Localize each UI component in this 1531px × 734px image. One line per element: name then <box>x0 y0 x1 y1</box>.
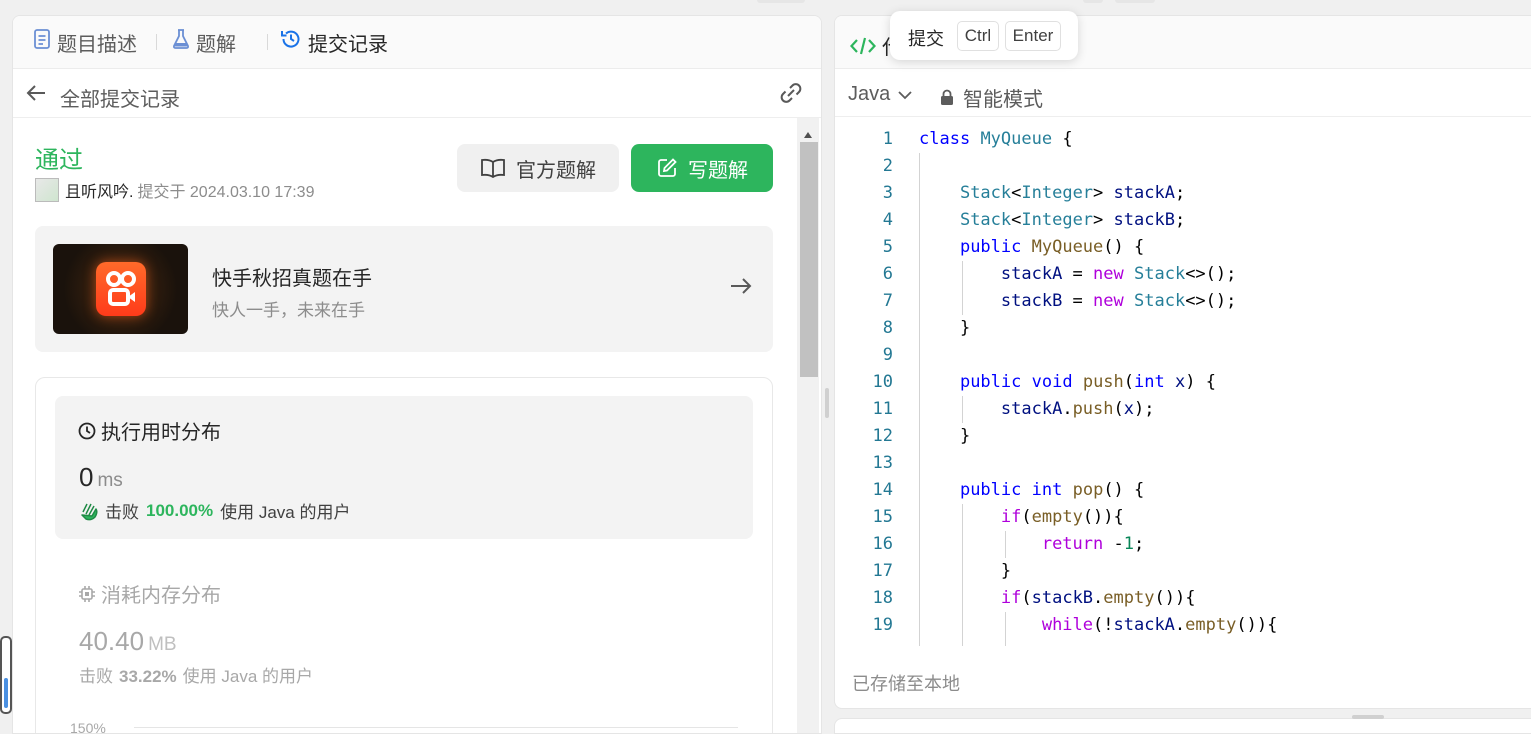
runtime-beat: 击败 100.00% 使用 Java 的用户 <box>79 498 350 523</box>
runtime-title: 执行用时分布 <box>78 416 221 445</box>
write-solution-label: 写题解 <box>688 159 748 182</box>
runtime-unit: ms <box>97 470 123 491</box>
memory-title[interactable]: 消耗内存分布 <box>78 579 221 608</box>
toolbar-stub <box>757 0 805 3</box>
promo-title: 快手秋招真题在手 <box>212 268 372 290</box>
saved-status: 已存储至本地 <box>852 674 960 694</box>
history-icon <box>280 28 302 56</box>
memory-number: 40.40 <box>79 626 145 656</box>
book-icon <box>480 158 506 178</box>
edge-slider[interactable] <box>0 636 12 714</box>
runtime-section[interactable]: 执行用时分布 0 ms 击败 100.00% 使用 Java 的用户 <box>55 396 753 539</box>
tab-divider <box>156 34 157 50</box>
chip-icon <box>78 585 96 603</box>
language-label: Java <box>848 83 891 105</box>
vertical-scrollbar[interactable] <box>797 118 819 733</box>
tab-description[interactable]: 题目描述 <box>33 28 137 56</box>
chart-gridline <box>134 727 738 728</box>
lock-icon <box>940 89 954 106</box>
code-editor-panel: 代 Java 智能模式 1class MyQueue { 2 3 Stack<I… <box>834 15 1531 709</box>
bottom-resize-handle[interactable] <box>1352 715 1384 719</box>
submission-subheader: 全部提交记录 <box>13 69 821 118</box>
clock-icon <box>78 422 96 440</box>
runtime-value: 0 ms <box>79 462 123 493</box>
runtime-number: 0 <box>79 462 94 492</box>
performance-card: 执行用时分布 0 ms 击败 100.00% 使用 Java 的用户 消耗内存分布 <box>35 377 773 733</box>
submission-panel: 题目描述 题解 提交记录 全部提交记录 通过 且听风吟. 提交于 2024.03… <box>12 15 822 734</box>
kbd-ctrl: Ctrl <box>957 21 999 51</box>
edge-slider-fill <box>4 678 8 708</box>
memory-beat-suffix: 使用 Java 的用户 <box>182 667 314 686</box>
submit-shortcut-tooltip: 提交 Ctrl Enter <box>890 11 1078 60</box>
official-solution-label: 官方题解 <box>516 159 596 182</box>
edit-icon <box>656 157 678 179</box>
language-select[interactable]: Java <box>848 83 912 106</box>
submission-detail: 通过 且听风吟. 提交于 2024.03.10 17:39 官方题解 写题解 快… <box>13 118 821 733</box>
smart-mode-toggle[interactable]: 智能模式 <box>940 83 1043 112</box>
memory-title-text: 消耗内存分布 <box>101 585 221 607</box>
tooltip-label: 提交 <box>908 29 944 49</box>
document-icon <box>33 29 51 55</box>
tab-submissions[interactable]: 提交记录 <box>280 28 388 56</box>
promo-image <box>53 244 188 334</box>
kuaishou-logo-icon <box>96 262 146 316</box>
write-solution-button[interactable]: 写题解 <box>631 144 773 192</box>
tab-description-label: 题目描述 <box>57 33 137 56</box>
runtime-beat-pct: 100.00% <box>146 500 214 520</box>
promo-subtitle: 快人一手，未来在手 <box>212 301 365 320</box>
tab-solutions-label: 题解 <box>196 33 236 56</box>
promo-banner[interactable]: 快手秋招真题在手 快人一手，未来在手 <box>35 226 773 352</box>
tab-submissions-label: 提交记录 <box>308 33 388 56</box>
arrow-right-icon <box>729 276 753 301</box>
avatar[interactable] <box>35 178 59 202</box>
tab-divider <box>267 34 268 50</box>
left-tab-bar: 题目描述 题解 提交记录 <box>13 16 821 69</box>
submit-time: 提交于 2024.03.10 17:39 <box>137 184 315 201</box>
memory-unit: MB <box>148 634 177 655</box>
memory-beat-pct: 33.22% <box>119 667 177 686</box>
scrollbar-thumb[interactable] <box>800 142 818 377</box>
runtime-beat-label: 击败 <box>105 503 139 522</box>
clap-icon <box>79 500 101 522</box>
toolbar-stub <box>1083 0 1103 3</box>
editor-toolbar: Java 智能模式 <box>835 69 1531 117</box>
official-solution-button[interactable]: 官方题解 <box>457 144 619 192</box>
flask-icon <box>172 29 190 55</box>
memory-beat: 击败 33.22% 使用 Java 的用户 <box>79 662 313 687</box>
back-arrow-icon[interactable] <box>25 83 47 108</box>
username[interactable]: 且听风吟. <box>65 178 133 202</box>
link-icon[interactable] <box>777 81 805 110</box>
kbd-enter: Enter <box>1005 21 1061 51</box>
tab-solutions[interactable]: 题解 <box>172 28 236 56</box>
memory-value: 40.40 MB <box>79 626 177 657</box>
status-badge: 通过 <box>35 147 83 174</box>
smart-mode-label: 智能模式 <box>963 89 1043 111</box>
all-submissions-title: 全部提交记录 <box>60 89 180 111</box>
toolbar-stub <box>1115 0 1155 3</box>
panel-resize-handle[interactable] <box>825 388 829 418</box>
runtime-beat-suffix: 使用 Java 的用户 <box>220 503 351 522</box>
runtime-title-text: 执行用时分布 <box>101 422 221 444</box>
memory-beat-label: 击败 <box>79 667 113 686</box>
submit-info: 且听风吟. 提交于 2024.03.10 17:39 <box>35 178 314 202</box>
code-area[interactable]: 1 class MyQueue { 2 3 Stack<Integer> stac… <box>835 126 1531 646</box>
code-icon <box>850 36 876 56</box>
chevron-down-icon <box>898 90 912 100</box>
